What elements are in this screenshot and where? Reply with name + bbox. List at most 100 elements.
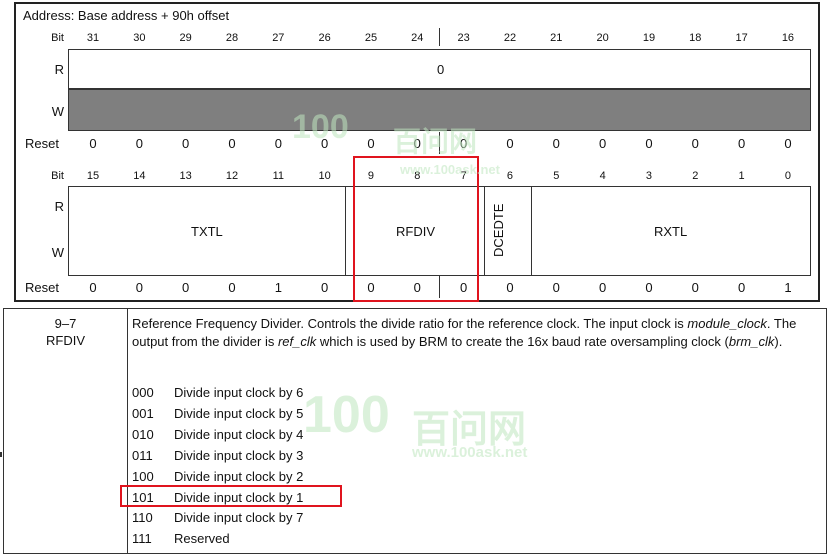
bit-number: 2 (692, 170, 699, 182)
rfdiv-highlight-box (353, 156, 479, 302)
reset-value: 0 (645, 136, 653, 151)
option-code: 001 (132, 405, 154, 421)
divide-option: 111 Reserved (132, 531, 230, 546)
bit-number: 0 (784, 170, 791, 182)
field-rxtl-label: RXTL (654, 224, 688, 239)
reset-value: 1 (784, 280, 792, 295)
upper-reset-values: 0 0 0 0 0 0 0 0 0 0 0 0 0 0 0 0 (16, 136, 818, 152)
bit-number: 17 (735, 32, 748, 44)
option-highlight-box (120, 485, 342, 507)
reset-value: 0 (737, 136, 746, 151)
description-segment: which is used by BRM to create the 16x b… (316, 334, 729, 349)
field-description-table: 9–7 RFDIV Reference Frequency Divider. C… (3, 308, 827, 554)
signal-name: ref_clk (277, 334, 317, 349)
bit-number: 12 (225, 170, 239, 182)
bit-number: 11 (272, 170, 285, 182)
bit-number: 24 (411, 32, 424, 44)
reset-value: 0 (691, 136, 699, 151)
divide-option: 010 Divide input clock by 4 (132, 427, 303, 442)
register-address: Address: Base address + 90h offset (23, 8, 230, 23)
reset-value: 0 (552, 280, 560, 295)
option-text: Divide input clock by 5 (174, 405, 304, 421)
reset-value: 0 (367, 136, 375, 151)
bit-number: 20 (596, 32, 609, 44)
reset-value: 0 (552, 136, 560, 151)
field-txtl-label: TXTL (191, 224, 223, 239)
upper-write-cell (68, 89, 811, 131)
option-code: 111 (132, 531, 152, 547)
option-code: 011 (132, 447, 153, 463)
reset-value: 0 (89, 280, 97, 295)
divide-option: 100 Divide input clock by 2 (132, 469, 303, 484)
bit-divider (439, 28, 440, 46)
reset-value: 0 (506, 280, 514, 295)
bit-number: 26 (318, 32, 331, 44)
bit-number: 15 (86, 170, 100, 182)
field-bits: 9–7 (54, 316, 77, 331)
reset-value: 0 (228, 136, 236, 151)
signal-name: brm_clk (728, 334, 775, 349)
option-text: Divide input clock by 4 (174, 426, 304, 442)
bit-number: 29 (179, 32, 192, 44)
reset-value: 0 (506, 136, 514, 151)
r-label-lower: R (54, 199, 64, 214)
option-text: Divide input clock by 2 (174, 468, 304, 484)
divide-option: 001 Divide input clock by 5 (132, 406, 303, 421)
reset-value: 0 (228, 280, 236, 295)
reset-value: 0 (413, 136, 421, 151)
bit-number: 28 (225, 32, 239, 44)
column-divider (127, 309, 128, 553)
left-margin-mark (0, 452, 2, 457)
reset-value: 0 (321, 280, 329, 295)
bit-number: 22 (503, 32, 517, 44)
option-code: 000 (132, 385, 154, 400)
upper-bit-numbers: 31 30 29 28 27 26 25 24 23 22 21 20 19 18 17 16 (16, 32, 818, 46)
bit-number: 21 (550, 32, 563, 44)
reset-value: 0 (599, 280, 607, 295)
signal-name: module_clock (687, 316, 767, 331)
bit-number: 25 (364, 32, 378, 44)
option-text: Reserved (174, 531, 230, 547)
reset-value: 0 (645, 280, 653, 295)
field-name-cell: 9–7 RFDIV (4, 309, 127, 349)
reset-value: 0 (135, 280, 143, 295)
reset-value: 0 (460, 136, 468, 151)
reset-value: 0 (182, 136, 190, 151)
bit-number: 3 (645, 170, 653, 182)
w-label-lower: W (51, 245, 64, 260)
option-text: Divide input clock by 6 (174, 385, 304, 400)
bit-number: 10 (318, 170, 331, 182)
field-dcedte: DCEDTE (484, 186, 532, 276)
bit-number: 30 (133, 32, 146, 44)
reset-value: 0 (89, 136, 97, 151)
reset-value: 1 (274, 280, 282, 295)
description-segment: ). (774, 334, 783, 349)
reset-value: 0 (182, 280, 190, 295)
reset-value: 0 (321, 136, 329, 151)
option-code: 100 (132, 468, 154, 484)
bit-number: 19 (642, 32, 656, 44)
reset-value: 0 (784, 136, 792, 151)
bit-number: 4 (599, 170, 606, 182)
divide-option: 110 Divide input clock by 7 (132, 510, 303, 525)
option-code: 110 (132, 510, 153, 526)
option-text: Divide input clock by 3 (174, 447, 304, 463)
field-rxtl: RXTL (531, 186, 811, 276)
bit-divider (439, 132, 440, 154)
field-dcedte-label: DCEDTE (491, 203, 506, 257)
bit-number: 14 (133, 170, 146, 182)
reset-value: 0 (599, 136, 607, 151)
field-name: RFDIV (46, 333, 85, 348)
reset-value: 0 (691, 280, 699, 295)
divide-option: 011 Divide input clock by 3 (132, 448, 303, 463)
w-label-upper: W (51, 104, 64, 119)
bit-number: 23 (457, 32, 470, 44)
r-label-upper: R (54, 62, 64, 77)
bit-number: 27 (272, 32, 285, 44)
bit-number: 1 (738, 170, 745, 182)
divide-option: 000 Divide input clock by 6 (132, 385, 303, 400)
description-segment: Reference Frequency Divider. Controls th… (132, 316, 688, 331)
register-diagram: Address: Base address + 90h offset Bit 3… (14, 2, 820, 302)
reset-value: 0 (737, 280, 746, 295)
option-code: 010 (132, 426, 154, 442)
